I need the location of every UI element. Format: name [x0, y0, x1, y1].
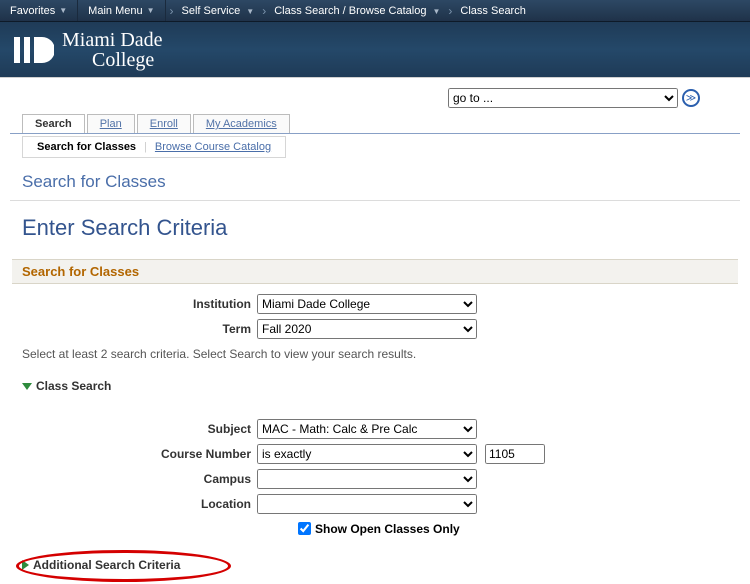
page-title: Search for Classes [10, 158, 740, 201]
breadcrumb-item[interactable]: Class Search [456, 5, 529, 17]
institution-label: Institution [22, 297, 257, 311]
additional-criteria-label: Additional Search Criteria [33, 558, 180, 572]
expand-right-icon [22, 560, 29, 570]
go-icon: ≫ [686, 93, 696, 104]
institution-select[interactable]: Miami Dade College [257, 294, 477, 314]
campus-label: Campus [22, 472, 257, 486]
favorites-menu[interactable]: Favorites ▼ [0, 0, 78, 21]
course-number-input[interactable] [485, 444, 545, 464]
course-number-label: Course Number [22, 447, 257, 461]
dropdown-icon: ▼ [147, 6, 155, 15]
main-menu[interactable]: Main Menu ▼ [78, 0, 165, 21]
goto-row: go to ... ≫ [10, 78, 740, 114]
separator: | [142, 141, 149, 153]
chevron-right-icon: › [444, 4, 456, 18]
page-subtitle: Enter Search Criteria [10, 201, 740, 259]
college-logo: Miami Dade College [14, 30, 163, 70]
goto-select[interactable]: go to ... [448, 88, 678, 108]
chevron-right-icon: › [166, 4, 178, 18]
tab-enroll[interactable]: Enroll [137, 114, 191, 133]
breadcrumb: › Self Service ▼ › Class Search / Browse… [166, 0, 530, 21]
breadcrumb-item[interactable]: Self Service ▼ [178, 5, 259, 17]
subtab-browse-catalog[interactable]: Browse Course Catalog [149, 141, 277, 153]
collapse-down-icon [22, 383, 32, 390]
dropdown-icon: ▼ [433, 7, 441, 16]
course-number-op-select[interactable]: is exactly [257, 444, 477, 464]
search-form: Institution Miami Dade College Term Fall… [10, 284, 740, 584]
subtabs: Search for Classes | Browse Course Catal… [22, 136, 286, 158]
dropdown-icon: ▼ [59, 6, 67, 15]
open-classes-label: Show Open Classes Only [315, 522, 460, 536]
subject-label: Subject [22, 422, 257, 436]
breadcrumb-item[interactable]: Class Search / Browse Catalog ▼ [270, 5, 444, 17]
college-banner: Miami Dade College [0, 22, 750, 78]
search-hint: Select at least 2 search criteria. Selec… [22, 347, 728, 361]
additional-criteria-toggle[interactable]: Additional Search Criteria [22, 558, 728, 572]
section-header: Search for Classes [12, 259, 738, 284]
chevron-right-icon: › [258, 4, 270, 18]
class-search-toggle[interactable]: Class Search [22, 379, 728, 393]
location-label: Location [22, 497, 257, 511]
location-select[interactable] [257, 494, 477, 514]
campus-select[interactable] [257, 469, 477, 489]
go-button[interactable]: ≫ [682, 89, 700, 107]
open-classes-checkbox[interactable] [298, 522, 311, 535]
tabs: Search Plan Enroll My Academics [22, 114, 740, 133]
subject-select[interactable]: MAC - Math: Calc & Pre Calc [257, 419, 477, 439]
main-menu-label: Main Menu [88, 5, 142, 17]
term-select[interactable]: Fall 2020 [257, 319, 477, 339]
top-nav: Favorites ▼ Main Menu ▼ › Self Service ▼… [0, 0, 750, 22]
favorites-label: Favorites [10, 5, 55, 17]
tab-academics[interactable]: My Academics [193, 114, 290, 133]
subtab-search-classes[interactable]: Search for Classes [31, 141, 142, 153]
dropdown-icon: ▼ [246, 7, 254, 16]
tab-search[interactable]: Search [22, 114, 85, 133]
banner-line1: Miami Dade [62, 30, 163, 50]
term-label: Term [22, 322, 257, 336]
class-search-label: Class Search [36, 379, 111, 393]
tab-plan[interactable]: Plan [87, 114, 135, 133]
banner-line2: College [92, 50, 163, 70]
